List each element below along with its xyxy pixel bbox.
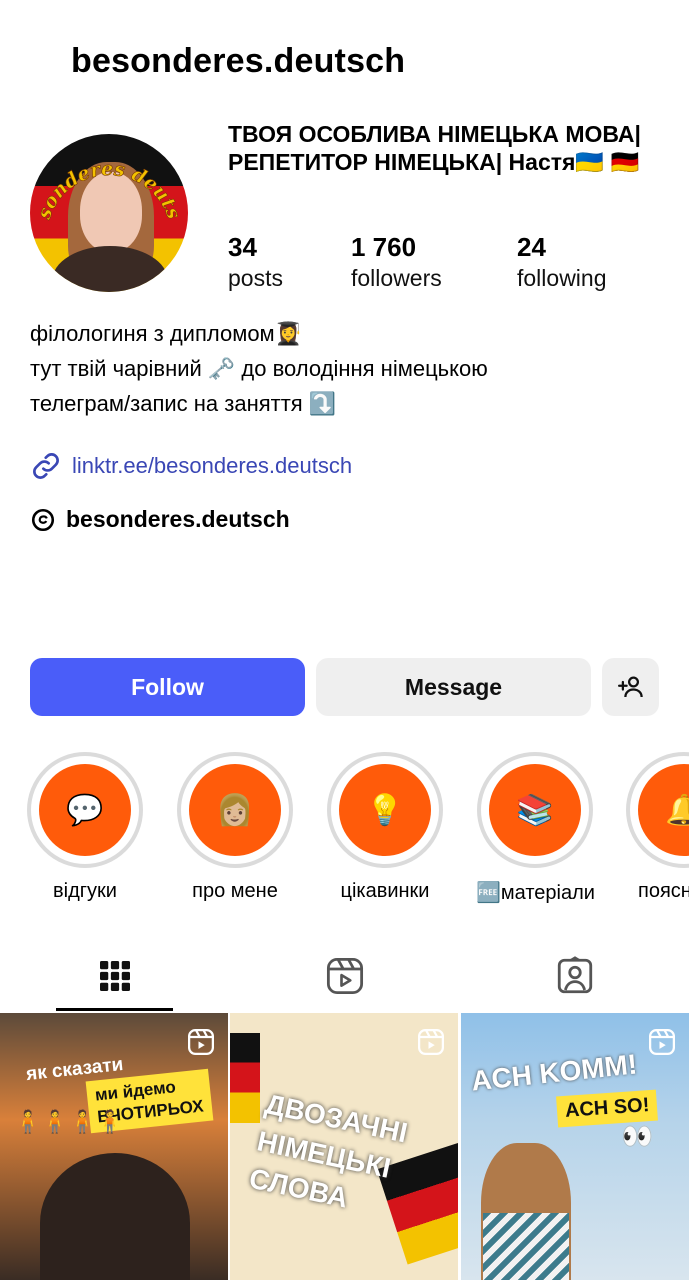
profile-display-name: ТВОЯ ОСОБЛИВА НІМЕЦЬКА МОВА| РЕПЕТИТОР Н…: [228, 121, 641, 175]
active-tab-indicator: [56, 1008, 173, 1011]
highlight-cover: 💬: [39, 764, 131, 856]
tab-reels[interactable]: [230, 940, 460, 1012]
post-caption: ДВОЗАЧНІ НІМЕЦЬКІ СЛОВА: [246, 1088, 411, 1214]
bio-line: філологиня з дипломом👩‍🎓: [30, 321, 303, 346]
highlight-cover: 📚: [489, 764, 581, 856]
highlight-about-me[interactable]: 👩🏼 про мене: [176, 752, 294, 903]
post-thumbnail[interactable]: ДВОЗАЧНІ НІМЕЦЬКІ СЛОВА: [230, 1013, 458, 1280]
highlight-label: про мене: [192, 880, 278, 902]
tab-posts[interactable]: [0, 940, 230, 1012]
link-icon: [33, 453, 59, 479]
profile-avatar[interactable]: besonderes deutsch: [30, 134, 188, 292]
reels-icon: [418, 1029, 444, 1055]
profile-username: besonderes.deutsch: [71, 42, 406, 80]
threads-username: besonderes.deutsch: [66, 506, 290, 532]
reels-icon: [326, 957, 364, 995]
profile-bio: філологиня з дипломом👩‍🎓 тут твій чарівн…: [30, 316, 488, 421]
highlight-cover: 👩🏼: [189, 764, 281, 856]
profile-link[interactable]: linktr.ee/besonderes.deutsch: [30, 450, 352, 482]
threads-badge[interactable]: besonderes.deutsch: [30, 506, 290, 533]
highlight-label: поясн: [638, 880, 689, 902]
highlight-materials[interactable]: 📚 🆓матеріали: [476, 752, 595, 905]
threads-icon: [31, 508, 55, 531]
highlight-label: 🆓матеріали: [476, 882, 595, 904]
highlight-cover: 🔔: [638, 764, 689, 856]
tagged-icon: [557, 956, 593, 994]
post-thumbnail[interactable]: як сказати ми йдемо ВЧОТИРЬОХ 🧍🧍🧍🧍: [0, 1013, 228, 1280]
highlight-reviews[interactable]: 💬 відгуки: [26, 752, 144, 903]
highlight-label: відгуки: [53, 880, 117, 902]
stat-following-label: following: [517, 265, 607, 291]
reels-icon: [649, 1029, 675, 1055]
post-emoji: 🧍🧍🧍🧍: [14, 1109, 124, 1134]
post-caption: ACH KOMM!: [469, 1048, 639, 1097]
highlight-interesting[interactable]: 💡 цікавинки: [326, 752, 444, 903]
highlight-label: цікавинки: [340, 880, 430, 902]
stat-following[interactable]: 24 following: [517, 232, 607, 292]
stat-posts-count: 34: [228, 232, 257, 262]
stat-followers[interactable]: 1 760 followers: [351, 232, 442, 292]
message-button[interactable]: Message: [316, 658, 591, 716]
profile-link-text: linktr.ee/besonderes.deutsch: [72, 453, 353, 478]
profile-tabs: [0, 940, 689, 1012]
bio-line: телеграм/запис на заняття ⤵️: [30, 391, 337, 416]
stat-following-count: 24: [517, 232, 546, 262]
stat-posts-label: posts: [228, 265, 283, 291]
avatar-logo-text: besonderes deutsch: [30, 134, 185, 223]
grid-icon: [100, 961, 130, 991]
highlight-cover: 💡: [339, 764, 431, 856]
highlight-explanations[interactable]: 🔔 поясн: [626, 752, 689, 903]
add-user-icon: [617, 676, 643, 698]
stat-followers-label: followers: [351, 265, 442, 291]
tab-tagged[interactable]: [460, 940, 689, 1012]
reels-icon: [188, 1029, 214, 1055]
follow-button[interactable]: Follow: [30, 658, 305, 716]
post-thumbnail[interactable]: ACH KOMM! ACH SO! 👀: [461, 1013, 689, 1280]
stat-posts[interactable]: 34 posts: [228, 232, 283, 292]
post-emoji: 👀: [621, 1121, 654, 1151]
stat-followers-count: 1 760: [351, 232, 417, 262]
add-user-button[interactable]: [602, 658, 659, 716]
bio-line: тут твій чарівний 🗝️ до володіння німець…: [30, 356, 488, 381]
svg-text:besonderes deutsch: besonderes deutsch: [30, 134, 185, 223]
